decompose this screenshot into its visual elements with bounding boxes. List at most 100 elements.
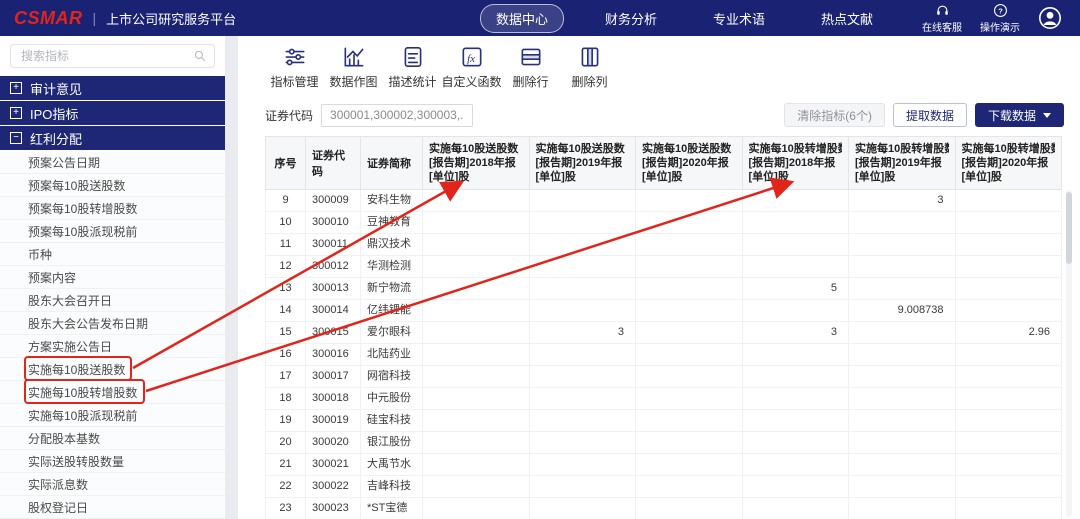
demo-button[interactable]: ? 操作演示 (980, 3, 1020, 34)
indicator-item[interactable]: 方案实施公告日 (0, 335, 225, 358)
nav-data-center[interactable]: 数据中心 (480, 4, 564, 33)
cell-zhuanzeng-2019 (849, 498, 956, 519)
indicator-item[interactable]: 实施每10股派现税前 (0, 404, 225, 427)
indicator-item[interactable]: 币种 (0, 243, 225, 266)
cell-songgu-2020 (636, 300, 743, 322)
metric-period: [报告期]2020年报 (642, 156, 736, 170)
plus-icon[interactable]: + (10, 82, 22, 94)
tool-custom-function[interactable]: fx 自定义函数 (442, 44, 501, 90)
indicator-item[interactable]: 预案每10股送股数 (0, 174, 225, 197)
sidebar-groups: + 审计意见 + IPO指标 − 红利分配 (0, 76, 225, 150)
cell-zhuanzeng-2020 (955, 256, 1062, 278)
cell-songgu-2019 (529, 388, 636, 410)
table-row[interactable]: 17 300017 网宿科技 (266, 366, 1062, 388)
tool-data-chart[interactable]: 数据作图 (324, 44, 383, 90)
group-label: 红利分配 (30, 129, 82, 148)
cell-name: 爱尔眼科 (361, 322, 423, 344)
table-row[interactable]: 9 300009 安科生物 3 (266, 190, 1062, 212)
indicator-item[interactable]: 实施每10股转增股数 (0, 381, 225, 404)
sidebar-group-audit-opinion[interactable]: + 审计意见 (0, 76, 225, 100)
indicator-item[interactable]: 实际派息数 (0, 473, 225, 496)
tool-delete-column[interactable]: 删除列 (560, 44, 619, 90)
table-row[interactable]: 19 300019 硅宝科技 (266, 410, 1062, 432)
user-avatar-icon[interactable] (1038, 6, 1062, 30)
clear-indicators-button[interactable]: 清除指标(6个) (784, 103, 885, 127)
cell-songgu-2019 (529, 300, 636, 322)
cell-zhuanzeng-2019: 9.008738 (849, 300, 956, 322)
demo-label: 操作演示 (980, 19, 1020, 34)
indicator-item[interactable]: 预案每10股派现税前 (0, 220, 225, 243)
cell-songgu-2020 (636, 234, 743, 256)
cell-code: 300023 (306, 498, 361, 519)
cell-zhuanzeng-2018 (742, 300, 849, 322)
table-row[interactable]: 18 300018 中元股份 (266, 388, 1062, 410)
table-row[interactable]: 21 300021 大禹节水 (266, 454, 1062, 476)
cell-zhuanzeng-2018 (742, 432, 849, 454)
table-row[interactable]: 12 300012 华测检测 (266, 256, 1062, 278)
search-icon (193, 49, 207, 63)
group-label: 审计意见 (30, 79, 82, 98)
security-code-input[interactable] (321, 104, 473, 127)
indicator-item[interactable]: 股权登记日 (0, 496, 225, 519)
cell-seq: 20 (266, 432, 306, 454)
search-input[interactable] (10, 44, 215, 68)
table-row[interactable]: 14 300014 亿纬锂能 9.008738 (266, 300, 1062, 322)
cell-seq: 11 (266, 234, 306, 256)
cell-name: 安科生物 (361, 190, 423, 212)
table-row[interactable]: 10 300010 豆神教育 (266, 212, 1062, 234)
table-row[interactable]: 13 300013 新宁物流 5 (266, 278, 1062, 300)
svg-text:fx: fx (467, 53, 475, 65)
cell-zhuanzeng-2018: 3 (742, 322, 849, 344)
online-service-button[interactable]: 在线客服 (922, 3, 962, 34)
tool-indicator-manage[interactable]: 指标管理 (265, 44, 324, 90)
indicator-item[interactable]: 预案每10股转增股数 (0, 197, 225, 220)
cell-zhuanzeng-2020 (955, 388, 1062, 410)
sidebar-group-ipo[interactable]: + IPO指标 (0, 101, 225, 125)
cell-code: 300009 (306, 190, 361, 212)
indicator-item[interactable]: 预案公告日期 (0, 151, 225, 174)
cell-name: 新宁物流 (361, 278, 423, 300)
scrollbar-thumb[interactable] (1066, 192, 1072, 264)
tool-delete-row[interactable]: 删除行 (501, 44, 560, 90)
vertical-scrollbar[interactable] (1066, 190, 1072, 517)
fx-function-icon: fx (459, 44, 485, 70)
col-header-code: 证券代码 (306, 137, 361, 190)
cell-code: 300017 (306, 366, 361, 388)
indicator-item[interactable]: 实施每10股送股数 (0, 358, 225, 381)
plus-icon[interactable]: + (10, 107, 22, 119)
cell-songgu-2020 (636, 344, 743, 366)
tool-descriptive-stats[interactable]: 描述统计 (383, 44, 442, 90)
nav-financial-analysis[interactable]: 财务分析 (590, 5, 672, 32)
table-row[interactable]: 16 300016 北陆药业 (266, 344, 1062, 366)
cell-zhuanzeng-2019 (849, 212, 956, 234)
indicator-item[interactable]: 股东大会召开日 (0, 289, 225, 312)
table-row[interactable]: 22 300022 吉峰科技 (266, 476, 1062, 498)
download-data-button[interactable]: 下载数据 (975, 103, 1064, 127)
col-header-metric: 实施每10股送股数 [报告期]2018年报 [单位]股 (423, 137, 530, 190)
indicator-item[interactable]: 股东大会公告发布日期 (0, 312, 225, 335)
cell-seq: 16 (266, 344, 306, 366)
table-row[interactable]: 15 300015 爱尔眼科 3 3 2.96 (266, 322, 1062, 344)
cell-songgu-2020 (636, 410, 743, 432)
cell-zhuanzeng-2018 (742, 366, 849, 388)
cell-seq: 13 (266, 278, 306, 300)
indicator-item[interactable]: 预案内容 (0, 266, 225, 289)
table-row[interactable]: 11 300011 鼎汉技术 (266, 234, 1062, 256)
minus-icon[interactable]: − (10, 132, 22, 144)
sidebar-group-dividend[interactable]: − 红利分配 (0, 126, 225, 150)
indicator-item[interactable]: 分配股本基数 (0, 427, 225, 450)
table-row[interactable]: 23 300023 *ST宝德 (266, 498, 1062, 519)
cell-zhuanzeng-2019: 3 (849, 190, 956, 212)
cell-songgu-2018 (423, 300, 530, 322)
cell-code: 300016 (306, 344, 361, 366)
cell-songgu-2019: 3 (529, 322, 636, 344)
extract-data-button[interactable]: 提取数据 (893, 103, 967, 127)
main-nav: 数据中心 财务分析 专业术语 热点文献 (480, 4, 888, 33)
indicator-item[interactable]: 实际送股转股数量 (0, 450, 225, 473)
cell-zhuanzeng-2018 (742, 212, 849, 234)
cell-name: 北陆药业 (361, 344, 423, 366)
nav-hot-literature[interactable]: 热点文献 (806, 5, 888, 32)
nav-terminology[interactable]: 专业术语 (698, 5, 780, 32)
table-row[interactable]: 20 300020 银江股份 (266, 432, 1062, 454)
tool-label: 自定义函数 (442, 73, 502, 90)
